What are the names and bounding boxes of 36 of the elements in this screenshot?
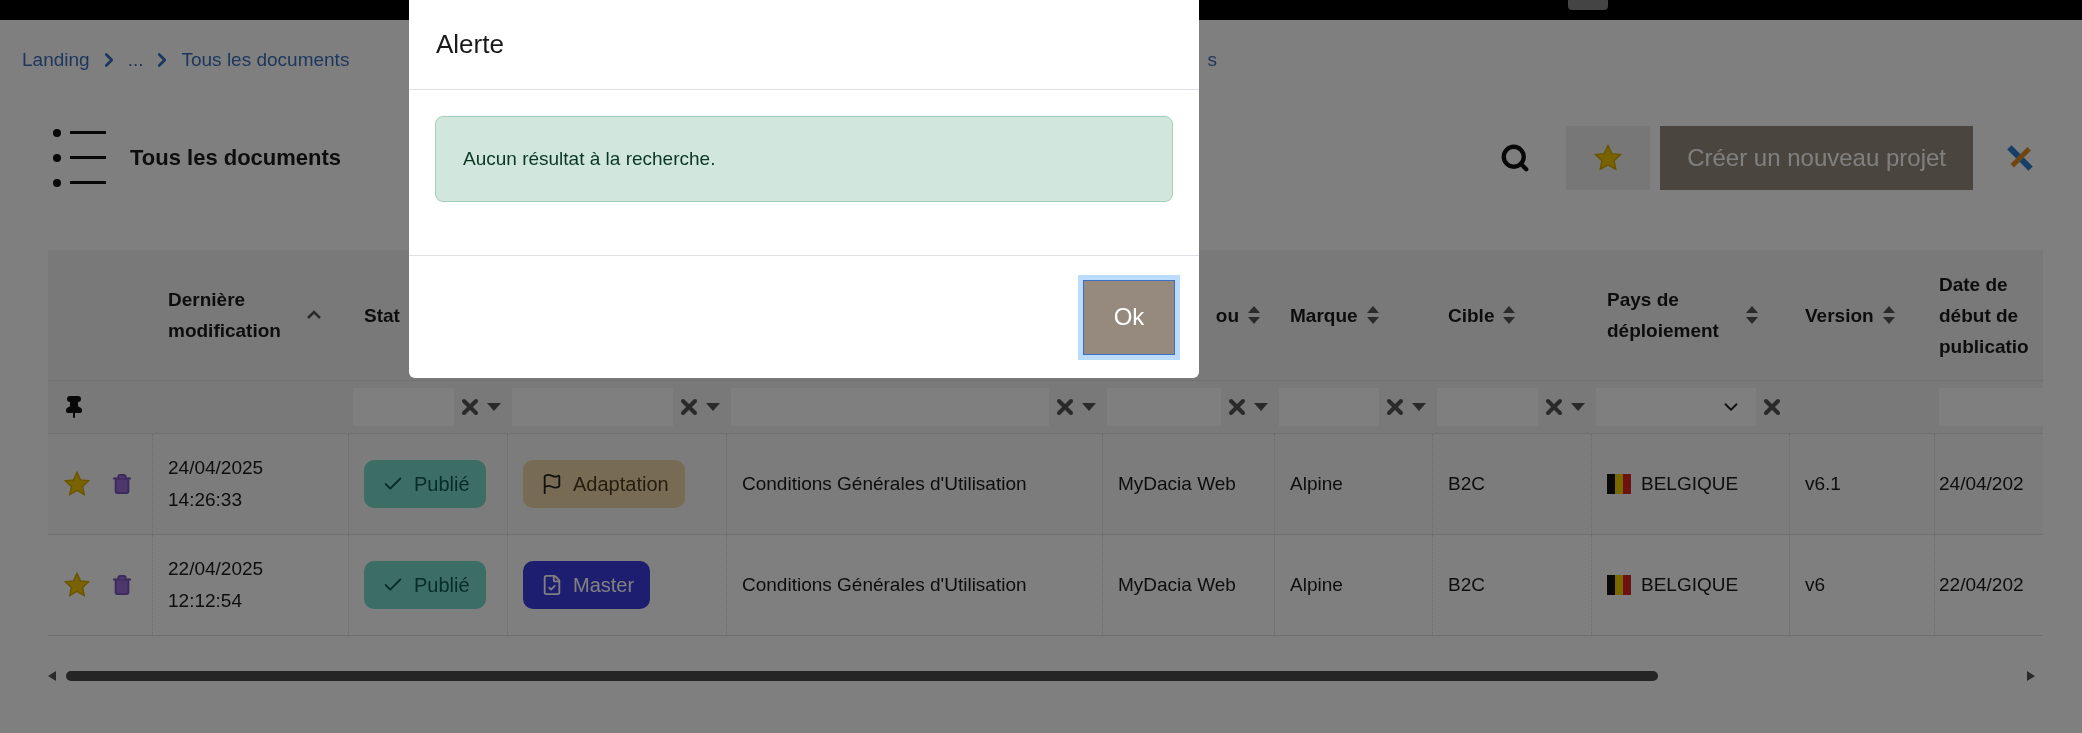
alert-message: Aucun résultat à la recherche.: [435, 116, 1173, 202]
table-cell-text: 24/04/2025 14:26:33: [168, 456, 264, 512]
breadcrumb-link[interactable]: Tous les documents: [181, 49, 350, 71]
create-project-button[interactable]: Créer un nouveau projet: [1660, 126, 1973, 190]
table-cell: BELGIQUE: [1641, 574, 1739, 596]
column-header[interactable]: Dernière modification: [168, 284, 298, 346]
breadcrumb-link[interactable]: Landing: [22, 49, 90, 71]
table-cell: v6.1: [1805, 473, 1841, 495]
table-cell: B2C: [1448, 574, 1485, 596]
table-cell: v6: [1805, 574, 1826, 596]
type-badge: Adaptation: [523, 460, 685, 508]
column-header[interactable]: Date de début de publicatio: [1939, 268, 2039, 362]
status-badge: Publié: [364, 561, 486, 609]
table-cell: MyDacia Web: [1118, 473, 1236, 495]
type-badge: Master: [523, 561, 651, 609]
breadcrumb-link[interactable]: ...: [127, 49, 144, 71]
column-header[interactable]: Marque: [1290, 299, 1358, 331]
breadcrumb-link[interactable]: s: [1207, 49, 1217, 71]
table-cell: Alpine: [1290, 473, 1343, 495]
table-cell: Conditions Générales d'Utilisation: [742, 574, 1027, 596]
column-header[interactable]: Cible: [1448, 299, 1495, 331]
table-cell: B2C: [1448, 473, 1485, 495]
table-cell: MyDacia Web: [1118, 574, 1236, 596]
table-cell: 24/04/202: [1939, 473, 2024, 495]
column-header[interactable]: Pays de déploiement: [1607, 284, 1737, 346]
table-cell: Alpine: [1290, 574, 1343, 596]
table-cell: BELGIQUE: [1641, 473, 1739, 495]
column-header[interactable]: Stat: [364, 299, 400, 331]
page-title: Tous les documents: [130, 145, 342, 171]
column-header[interactable]: ou: [1215, 299, 1239, 331]
table-cell: 22/04/202: [1939, 574, 2024, 596]
status-badge: Publié: [364, 460, 486, 508]
column-header[interactable]: Version: [1805, 299, 1874, 331]
dialog-title: Alerte: [436, 29, 504, 60]
table-cell: Conditions Générales d'Utilisation: [742, 473, 1027, 495]
table-cell-text: 22/04/2025 12:12:54: [168, 557, 264, 613]
